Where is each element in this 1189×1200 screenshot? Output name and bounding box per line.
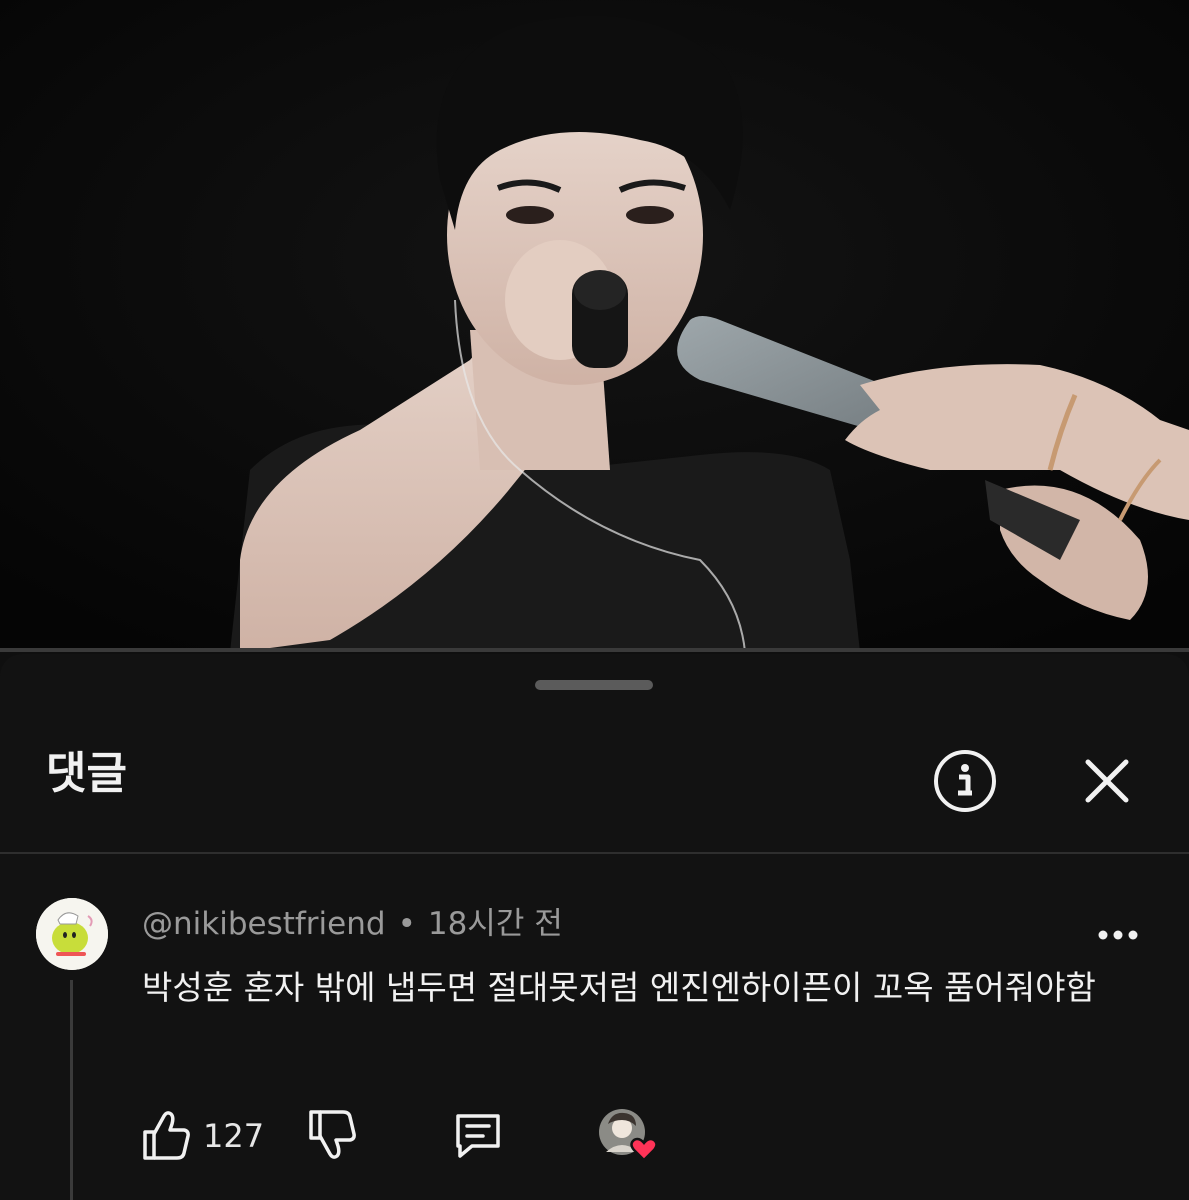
meta-separator: • — [397, 906, 416, 942]
comment-text: 박성훈 혼자 밖에 냅두면 절대못저럼 엔진엔하이픈이 꼬옥 품어줘야함 — [142, 968, 1096, 1007]
comment-author[interactable]: @nikibestfriend — [142, 906, 386, 942]
thumbs-down-icon[interactable] — [306, 1108, 358, 1162]
video-frame-image — [0, 0, 1189, 652]
video-progress-bar[interactable] — [0, 648, 1189, 652]
drag-handle[interactable] — [535, 680, 653, 690]
creator-heart-icon — [598, 1108, 664, 1168]
video-player[interactable] — [0, 0, 1189, 652]
commenter-avatar[interactable] — [36, 898, 108, 970]
comments-sheet: 댓글 @nikibestfriend • 18시간 전 박성훈 혼자 밖에 냅두… — [0, 654, 1189, 1200]
like-count: 127 — [203, 1117, 265, 1155]
comments-title: 댓글 — [46, 748, 127, 799]
comment-meta: @nikibestfriend • 18시간 전 — [142, 904, 563, 944]
comment-actions: 127 — [0, 1108, 1189, 1178]
more-options-icon[interactable] — [1096, 924, 1140, 946]
comment-time: 18시간 전 — [427, 906, 563, 942]
thumbs-up-icon[interactable] — [140, 1108, 192, 1162]
close-icon[interactable] — [1080, 754, 1134, 808]
reply-comment-icon[interactable] — [452, 1110, 504, 1160]
header-divider — [0, 852, 1189, 854]
info-icon[interactable] — [932, 748, 998, 814]
